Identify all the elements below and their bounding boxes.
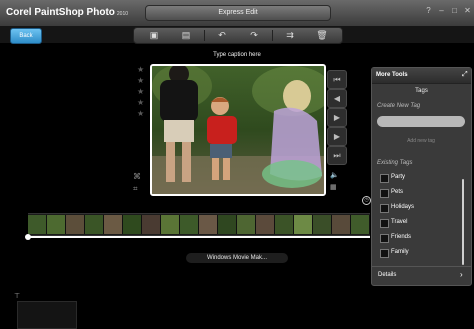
tag-item-travel[interactable]: Travel bbox=[380, 218, 460, 228]
film-frame bbox=[218, 215, 237, 234]
new-tag-input[interactable] bbox=[377, 116, 465, 127]
undo-icon[interactable]: ↶ bbox=[212, 29, 232, 42]
rating-star-icon[interactable]: ★ bbox=[137, 66, 144, 74]
chevron-right-icon[interactable]: › bbox=[460, 270, 463, 279]
tools-group: ▣ ▤ ↶ ↷ ⇉ 🗑 bbox=[133, 27, 343, 44]
tag-checkbox[interactable] bbox=[380, 234, 389, 243]
tag-item-friends[interactable]: Friends bbox=[380, 233, 460, 243]
toolbar-divider bbox=[204, 30, 205, 41]
clip-name: Windows Movie Mak... bbox=[186, 253, 288, 263]
tag-item-party[interactable]: Party bbox=[380, 173, 460, 183]
app-title: Corel PaintShop Photo 2010 bbox=[6, 7, 129, 18]
tag-label: Holidays bbox=[391, 204, 415, 210]
app-version: 2010 bbox=[116, 11, 129, 17]
details-label: Details bbox=[378, 272, 397, 278]
tag-label: Family bbox=[391, 249, 409, 255]
red-eye-icon[interactable]: ⌘ bbox=[133, 172, 141, 181]
share-icon[interactable]: ⇉ bbox=[280, 29, 300, 42]
photo-fix-icon[interactable]: ▣ bbox=[144, 29, 164, 42]
crop-icon[interactable]: ⌗ bbox=[133, 184, 138, 194]
tag-checkbox[interactable] bbox=[380, 204, 389, 213]
film-frame bbox=[294, 215, 313, 234]
snapshot-icon[interactable]: ▦ bbox=[330, 183, 337, 191]
back-button[interactable]: Back bbox=[10, 28, 42, 44]
express-edit-button[interactable]: Express Edit bbox=[145, 5, 331, 21]
pin-icon[interactable]: ⊤ bbox=[14, 292, 20, 300]
tag-item-holidays[interactable]: Holidays bbox=[380, 203, 460, 213]
redo-icon[interactable]: ↷ bbox=[244, 29, 264, 42]
help-icon[interactable]: ? bbox=[424, 6, 433, 15]
film-frame bbox=[66, 215, 85, 234]
step-back-icon[interactable]: ◀ bbox=[327, 89, 347, 108]
film-frame bbox=[28, 215, 47, 234]
tag-checkbox[interactable] bbox=[380, 174, 389, 183]
film-frame bbox=[332, 215, 351, 234]
maximize-icon[interactable]: □ bbox=[450, 6, 459, 15]
tag-label: Travel bbox=[391, 219, 408, 225]
minimize-icon[interactable]: – bbox=[437, 6, 446, 15]
film-frame bbox=[237, 215, 256, 234]
rating-star-icon[interactable]: ★ bbox=[137, 88, 144, 96]
rating-star-icon[interactable]: ★ bbox=[137, 110, 144, 118]
tray-thumbnail[interactable] bbox=[17, 301, 77, 329]
video-frame bbox=[150, 64, 326, 196]
tag-item-family[interactable]: Family bbox=[380, 248, 460, 258]
timeline-track[interactable] bbox=[28, 236, 370, 238]
tag-checkbox[interactable] bbox=[380, 219, 389, 228]
tag-label: Friends bbox=[391, 234, 412, 240]
film-frame bbox=[161, 215, 180, 234]
film-frame bbox=[142, 215, 161, 234]
create-tag-label: Create New Tag bbox=[377, 103, 421, 109]
timeline-playhead[interactable] bbox=[25, 234, 31, 240]
tag-label: Pets bbox=[391, 189, 404, 195]
play-icon[interactable]: ▶ bbox=[327, 108, 347, 127]
panel-title: More Tools bbox=[376, 72, 408, 78]
details-row[interactable]: Details › bbox=[372, 266, 471, 283]
tag-checkbox[interactable] bbox=[380, 189, 389, 198]
toolbar-divider bbox=[272, 30, 273, 41]
film-frame bbox=[104, 215, 123, 234]
film-frame bbox=[275, 215, 294, 234]
rating-star-icon[interactable]: ★ bbox=[137, 77, 144, 85]
skip-end-icon[interactable]: ⏭ bbox=[327, 146, 347, 165]
film-frame bbox=[85, 215, 104, 234]
tags-scrollbar[interactable] bbox=[462, 179, 464, 265]
step-forward-icon[interactable]: ▶ bbox=[327, 127, 347, 146]
film-frame bbox=[256, 215, 275, 234]
rating-star-icon[interactable]: ★ bbox=[137, 99, 144, 107]
filmstrip[interactable] bbox=[28, 213, 370, 236]
film-frame bbox=[47, 215, 66, 234]
existing-tags-label: Existing Tags bbox=[377, 160, 413, 166]
adjust-icon[interactable]: ▤ bbox=[176, 29, 196, 42]
film-frame bbox=[351, 215, 370, 234]
video-still bbox=[152, 66, 324, 194]
tag-checkbox[interactable] bbox=[380, 249, 389, 258]
clock-icon[interactable]: ◷ bbox=[362, 196, 371, 205]
tags-title: Tags bbox=[415, 88, 428, 94]
film-frame bbox=[199, 215, 218, 234]
close-icon[interactable]: ✕ bbox=[463, 6, 472, 15]
expand-icon[interactable]: ⤢ bbox=[462, 71, 468, 79]
volume-icon[interactable]: 🔈 bbox=[330, 171, 339, 179]
film-frame bbox=[313, 215, 332, 234]
more-tools-panel: More Tools ⤢ Tags Create New Tag Add new… bbox=[371, 67, 472, 286]
caption-field[interactable]: Type caption here bbox=[152, 52, 322, 58]
tag-item-pets[interactable]: Pets bbox=[380, 188, 460, 198]
add-tag-button[interactable]: Add new tag bbox=[377, 138, 465, 144]
film-frame bbox=[180, 215, 199, 234]
tag-label: Party bbox=[391, 174, 406, 180]
trash-icon[interactable]: 🗑 bbox=[312, 29, 332, 42]
skip-start-icon[interactable]: ⏮ bbox=[327, 70, 347, 89]
film-frame bbox=[123, 215, 142, 234]
